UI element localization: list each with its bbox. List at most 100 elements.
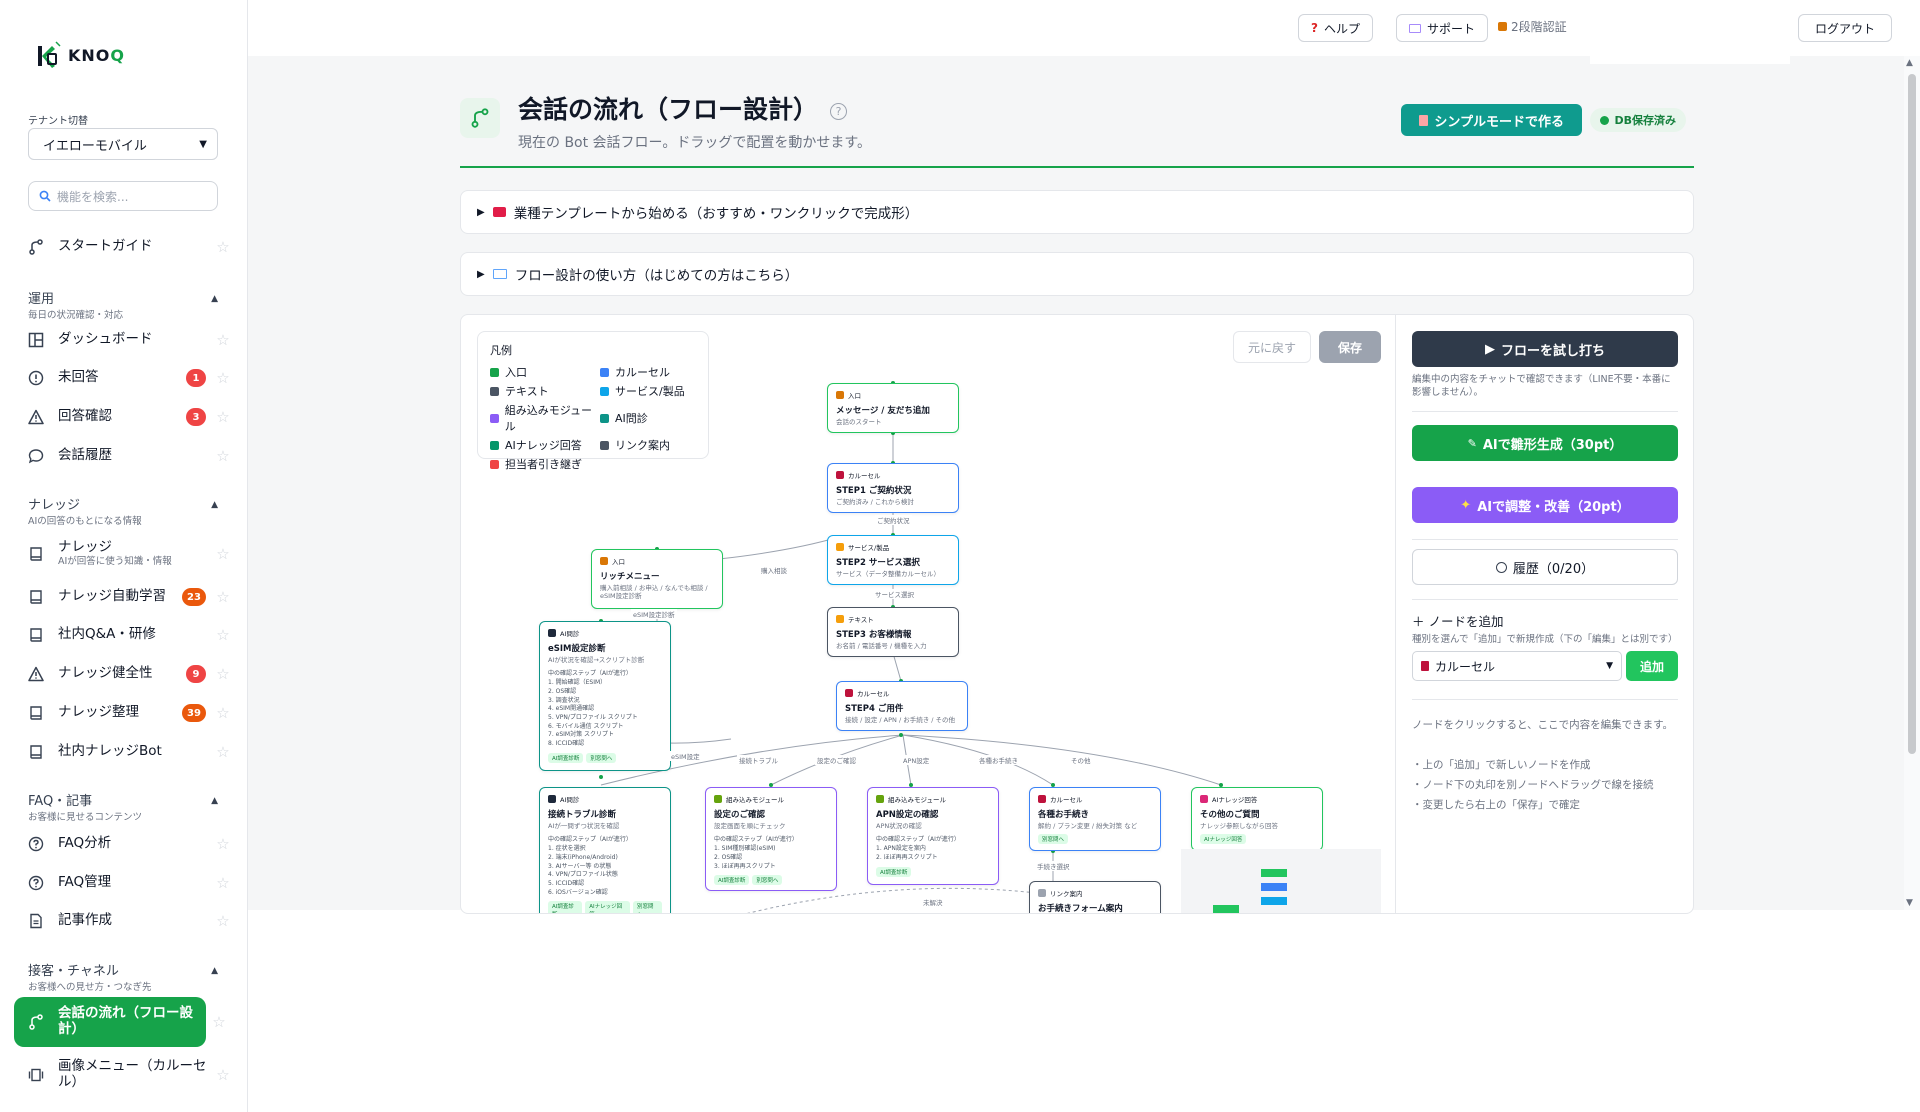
node-tag: サービス/製品: [836, 542, 950, 552]
sidebar-item-article-create[interactable]: 記事作成 ☆: [26, 906, 230, 936]
node-steps: 中の確認ステップ（AIが進行） 1. SIM種別確認(eSIM) 2. OS確認…: [714, 836, 798, 870]
branch-icon: [460, 98, 500, 138]
section-channels[interactable]: 接客・チャネル お客様への見せ方・つなぎ先 ▲: [28, 960, 218, 993]
star-icon[interactable]: ☆: [216, 1066, 230, 1084]
sidebar-item-knowledge-auto-learning[interactable]: ナレッジ自動学習 23 ☆: [26, 582, 230, 612]
star-icon[interactable]: ☆: [216, 704, 230, 722]
sidebar-item-knowledge-organize[interactable]: ナレッジ整理 39 ☆: [26, 698, 230, 728]
book-icon: [26, 742, 46, 762]
page-scrollbar-thumb[interactable]: [1908, 74, 1916, 754]
flow-node-step1[interactable]: カルーセル STEP1 ご契約状況 ご契約済み / これから検討: [827, 463, 959, 513]
two-factor-link[interactable]: 2段階認証: [1498, 18, 1567, 35]
ai-generate-label: AIで雛形生成（30pt）: [1482, 437, 1623, 453]
star-icon[interactable]: ☆: [216, 369, 230, 387]
db-status-label: DB保存済み: [1614, 114, 1676, 127]
brand-logo[interactable]: KNOQ: [36, 40, 125, 70]
sidebar-item-image-menu[interactable]: 画像メニュー（カルーセル） ☆: [26, 1058, 230, 1092]
sidebar-item-internal-bot[interactable]: 社内ナレッジBot ☆: [26, 737, 230, 767]
status-dot-icon: [1600, 115, 1610, 125]
divider: [1412, 599, 1678, 600]
undo-button[interactable]: 元に戻す: [1233, 331, 1311, 363]
history-button[interactable]: 履歴（0/20）: [1412, 549, 1678, 585]
node-type-select[interactable]: カルーセル ▼: [1412, 651, 1622, 681]
help-button[interactable]: ? ヘルプ: [1298, 14, 1373, 42]
flow-node-settings-check[interactable]: 組み込みモジュール 設定のご確認 設定画面を順にチェック 中の確認ステップ（AI…: [705, 787, 837, 891]
logout-button[interactable]: ログアウト: [1798, 14, 1893, 42]
star-icon[interactable]: ☆: [216, 238, 230, 256]
accordion-industry-templates[interactable]: ▶ 業種テンプレートから始める（おすすめ・ワンクリックで完成形）: [460, 190, 1694, 234]
flow-node-apn-check[interactable]: 組み込みモジュール APN設定の確認 APN状況の確認 中の確認ステップ（AIが…: [867, 787, 999, 885]
edge-label: 手続き選択: [1035, 861, 1072, 871]
star-icon[interactable]: ☆: [216, 874, 230, 892]
scroll-down-icon[interactable]: ▼: [1906, 898, 1913, 908]
flow-node-esim-diagnosis[interactable]: AI問診 eSIM設定診断 AIが状況を確認→スクリプト診断 中の確認ステップ（…: [539, 621, 671, 771]
sidebar-item-knowledge-health[interactable]: ナレッジ健全性 9 ☆: [26, 659, 230, 689]
star-icon[interactable]: ☆: [216, 408, 230, 426]
section-title: 運用: [28, 292, 55, 307]
test-flow-note: 編集中の内容をチャットで確認できます（LINE不要・本番に影響しません）。: [1412, 374, 1671, 399]
section-title: ナレッジ: [28, 498, 81, 513]
flow-node-connection-trouble[interactable]: AI問診 接続トラブル診断 AIが一問ずつ状況を確認 中の確認ステップ（AIが進…: [539, 787, 671, 913]
accordion-how-to[interactable]: ▶ フロー設計の使い方（はじめての方はこちら）: [460, 252, 1694, 296]
star-icon[interactable]: ☆: [216, 835, 230, 853]
sidebar-item-conversation-history[interactable]: 会話履歴 ☆: [26, 441, 230, 471]
feature-search-input[interactable]: 機能を検索...: [28, 181, 218, 211]
star-icon[interactable]: ☆: [216, 665, 230, 683]
tenant-label: テナント切替: [28, 116, 88, 127]
sidebar-item-knowledge[interactable]: ナレッジ AIが回答に使う知識・情報 ☆: [26, 538, 230, 570]
divider: [1412, 411, 1678, 412]
sidebar-item-internal-qa[interactable]: 社内Q&A・研修 ☆: [26, 620, 230, 650]
node-title: STEP1 ご契約状況: [836, 486, 912, 496]
flow-node-procedures[interactable]: カルーセル 各種お手続き 解約 / プラン変更 / 紛失対策 など 別窓問へ: [1029, 787, 1161, 851]
section-operations[interactable]: 運用 毎日の状況確認・対応 ▲: [28, 288, 218, 321]
flow-node-other-questions[interactable]: AIナレッジ回答 その他のご質問 ナレッジ参照しながら回答 AIナレッジ回答: [1191, 787, 1323, 851]
section-faq-articles[interactable]: FAQ・記事 お客様に見せるコンテンツ ▲: [28, 790, 218, 823]
star-icon[interactable]: ☆: [216, 912, 230, 930]
star-icon[interactable]: ☆: [216, 743, 230, 761]
scroll-up-icon[interactable]: ▲: [1906, 58, 1913, 68]
add-node-button[interactable]: 追加: [1626, 651, 1678, 681]
sidebar-item-dashboard[interactable]: ダッシュボード ☆: [26, 325, 230, 355]
star-icon[interactable]: ☆: [216, 588, 230, 606]
node-chip: 別窓問へ: [752, 875, 783, 886]
support-button[interactable]: サポート: [1396, 14, 1489, 42]
flow-node-step3[interactable]: テキスト STEP3 お客様情報 お名前 / 電話番号 / 機種を入力: [827, 607, 959, 657]
tenant-select[interactable]: イエローモバイル ▼: [28, 128, 218, 160]
sidebar-item-flow-design[interactable]: 会話の流れ（フロー設計）: [14, 997, 206, 1047]
star-icon[interactable]: ☆: [216, 545, 230, 563]
legend-title: 凡例: [490, 344, 512, 357]
star-icon[interactable]: ☆: [216, 447, 230, 465]
star-icon[interactable]: ☆: [216, 626, 230, 644]
save-button[interactable]: 保存: [1319, 331, 1381, 363]
node-title: 各種お手続き: [1038, 810, 1090, 820]
node-tag: AI問診: [548, 794, 662, 804]
node-title: APN設定の確認: [876, 810, 939, 820]
simple-mode-button[interactable]: シンプルモードで作る: [1401, 104, 1582, 136]
section-knowledge[interactable]: ナレッジ AIの回答のもとになる情報 ▲: [28, 494, 218, 527]
sidebar-item-unanswered[interactable]: 未回答 1 ☆: [26, 363, 230, 393]
edge-richmenu-step2: [718, 536, 840, 560]
node-tag: 組み込みモジュール: [714, 794, 828, 804]
flow-minimap[interactable]: [1181, 849, 1381, 913]
flow-node-step2[interactable]: サービス/製品 STEP2 サービス選択 サービス（データ整備カルーセル）: [827, 535, 959, 585]
ai-tune-button[interactable]: ✦ AIで調整・改善（20pt）: [1412, 487, 1678, 523]
sidebar-item-start-guide[interactable]: スタートガイド ☆: [26, 232, 230, 262]
sidebar-item-label: ダッシュボード: [58, 331, 153, 348]
sidebar-item-answer-review[interactable]: 回答確認 3 ☆: [26, 402, 230, 432]
star-icon[interactable]: ☆: [216, 331, 230, 349]
legend-item: テキスト: [490, 383, 600, 399]
test-flow-button[interactable]: ▶ フローを試し打ち: [1412, 331, 1678, 367]
help-circle-icon[interactable]: ?: [830, 102, 848, 120]
node-tag: AI問診: [548, 628, 662, 638]
star-icon[interactable]: ☆: [212, 1013, 226, 1031]
flow-node-form-guide[interactable]: リンク案内 お手続きフォーム案内: [1029, 881, 1161, 913]
flow-node-rich-menu[interactable]: 入口 リッチメニュー 購入前相談 / お申込 / なんでも相談 / eSIM設定…: [591, 549, 723, 609]
flow-node-step4[interactable]: カルーセル STEP4 ご用件 接続 / 設定 / APN / お手続き / そ…: [836, 681, 968, 731]
flow-canvas[interactable]: 凡例 入口 カルーセル テキスト サービス/製品 組み込みモジュール AI問診 …: [461, 315, 1395, 913]
sidebar-item-faq-management[interactable]: FAQ管理 ☆: [26, 868, 230, 898]
ai-generate-button[interactable]: ✎ AIで雛形生成（30pt）: [1412, 425, 1678, 461]
flow-node-start[interactable]: 入口 メッセージ / 友だち追加 会話のスタート: [827, 383, 959, 433]
sidebar-item-faq-analysis[interactable]: FAQ分析 ☆: [26, 829, 230, 859]
node-chip: 別窓問へ: [632, 901, 662, 913]
topbar-strip: [1590, 56, 1790, 64]
